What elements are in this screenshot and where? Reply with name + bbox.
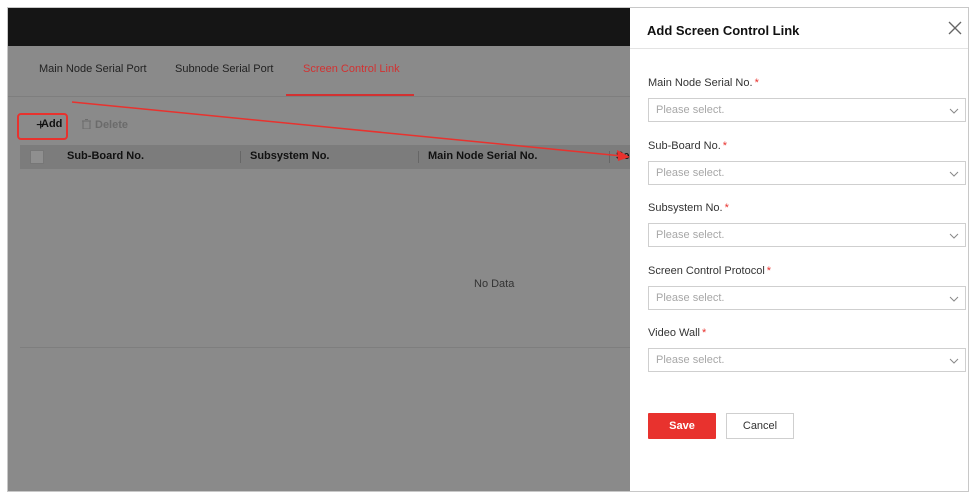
tab-main-node-serial-port[interactable]: Main Node Serial Port <box>39 63 147 75</box>
tab-subnode-serial-port[interactable]: Subnode Serial Port <box>175 63 273 75</box>
field-label-screen-control-protocol: Screen Control Protocol * <box>648 265 772 277</box>
tab-screen-control-link[interactable]: Screen Control Link <box>303 63 400 75</box>
required-asterisk: * <box>754 77 759 89</box>
delete-button-label: Delete <box>95 119 129 131</box>
tab-bar: Main Node Serial Port Subnode Serial Por… <box>8 50 630 97</box>
select-placeholder: Please select. <box>656 229 725 241</box>
sub-board-no-select[interactable]: Please select. <box>648 161 966 185</box>
column-divider <box>609 151 610 163</box>
background-page: Main Node Serial Port Subnode Serial Por… <box>8 8 634 491</box>
required-asterisk: * <box>766 265 772 277</box>
select-placeholder: Please select. <box>656 167 725 179</box>
column-divider <box>240 151 241 163</box>
table-bottom-divider <box>20 347 630 348</box>
column-divider <box>418 151 419 163</box>
save-button[interactable]: Save <box>648 413 716 439</box>
required-asterisk: * <box>724 202 729 214</box>
screenshot-frame: Main Node Serial Port Subnode Serial Por… <box>7 7 969 492</box>
plus-icon: + <box>36 117 46 134</box>
field-label-video-wall: Video Wall * <box>648 327 707 339</box>
select-placeholder: Please select. <box>656 292 725 304</box>
delete-button[interactable]: Delete <box>82 119 128 131</box>
chevron-down-icon <box>949 296 959 302</box>
table-header: Sub-Board No. Subsystem No. Main Node Se… <box>20 145 634 169</box>
trash-icon <box>82 119 91 130</box>
screen-control-protocol-select[interactable]: Please select. <box>648 286 966 310</box>
empty-table-text: No Data <box>474 278 515 290</box>
close-icon[interactable] <box>946 19 964 37</box>
video-wall-select[interactable]: Please select. <box>648 348 966 372</box>
select-placeholder: Please select. <box>656 104 725 116</box>
top-bar <box>8 8 630 46</box>
subsystem-no-select[interactable]: Please select. <box>648 223 966 247</box>
required-asterisk: * <box>701 327 707 339</box>
field-label-main-node-serial-no: Main Node Serial No. * <box>648 77 759 89</box>
chevron-down-icon <box>949 171 959 177</box>
required-asterisk: * <box>722 140 728 152</box>
main-node-serial-no-select[interactable]: Please select. <box>648 98 966 122</box>
dialog-title: Add Screen Control Link <box>647 23 800 38</box>
column-header-main-node-serial: Main Node Serial No. <box>428 150 538 162</box>
select-all-checkbox[interactable] <box>30 150 44 164</box>
chevron-down-icon <box>949 108 959 114</box>
dialog-header-divider <box>630 48 968 49</box>
active-tab-indicator <box>286 94 414 96</box>
field-label-subsystem-no: Subsystem No. * <box>648 202 729 214</box>
select-placeholder: Please select. <box>656 354 725 366</box>
column-header-sub-board: Sub-Board No. <box>67 150 144 162</box>
field-label-sub-board-no: Sub-Board No. * <box>648 140 728 152</box>
chevron-down-icon <box>949 358 959 364</box>
cancel-button[interactable]: Cancel <box>726 413 794 439</box>
column-header-subsystem: Subsystem No. <box>250 150 330 162</box>
chevron-down-icon <box>949 233 959 239</box>
add-screen-control-link-dialog: Add Screen Control Link Main Node Serial… <box>630 8 968 491</box>
add-button[interactable]: + Add <box>27 117 62 134</box>
